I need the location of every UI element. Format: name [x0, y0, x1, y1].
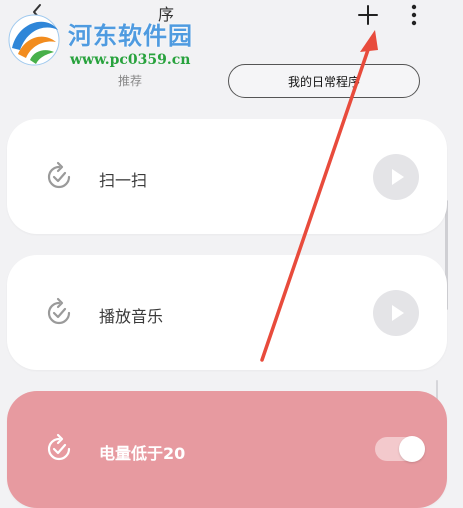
check-refresh-icon: [47, 297, 71, 325]
routine-card-battery-low[interactable]: 电量低于20: [7, 391, 447, 508]
tab-recommended[interactable]: 推荐: [90, 72, 170, 89]
add-routine-button[interactable]: [355, 2, 381, 28]
watermark-url: www.pc0359.cn: [70, 52, 191, 68]
watermark: 河东软件园 www.pc0359.cn: [4, 8, 224, 68]
toggle-knob[interactable]: [399, 436, 425, 462]
more-options-button[interactable]: [404, 2, 424, 28]
play-icon: [392, 305, 404, 321]
routine-label: 扫一扫: [99, 171, 148, 190]
check-refresh-icon: [47, 161, 71, 189]
routine-card-play-music[interactable]: 播放音乐: [7, 255, 447, 370]
routine-toggle[interactable]: [375, 436, 425, 462]
check-refresh-icon: [47, 433, 71, 461]
run-routine-button[interactable]: [373, 154, 419, 200]
more-vertical-icon: [411, 4, 417, 26]
routine-label: 电量低于20: [99, 444, 186, 463]
routine-card-scan[interactable]: 扫一扫: [7, 119, 447, 234]
tab-my-routines[interactable]: 我的日常程序: [228, 64, 420, 98]
watermark-logo-icon: [8, 14, 60, 66]
watermark-name: 河东软件园: [68, 21, 193, 50]
routine-label: 播放音乐: [99, 307, 164, 326]
plus-icon: [358, 5, 378, 25]
play-icon: [392, 169, 404, 185]
run-routine-button[interactable]: [373, 290, 419, 336]
